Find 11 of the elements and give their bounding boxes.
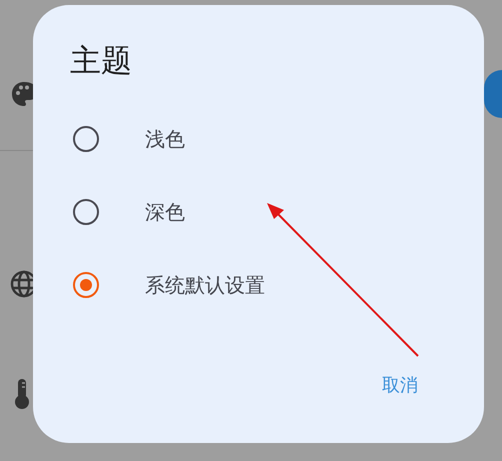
globe-icon <box>10 270 33 298</box>
toggle-thumb[interactable] <box>484 70 502 118</box>
option-label[interactable]: 深色 <box>145 198 185 226</box>
radio-button[interactable] <box>73 126 99 152</box>
option-label[interactable]: 浅色 <box>145 126 185 152</box>
radio-button[interactable] <box>73 199 99 225</box>
option-label[interactable]: 系统默认设置 <box>145 272 265 298</box>
dialog-title: 主题 <box>70 42 133 81</box>
radio-button[interactable] <box>73 272 99 298</box>
palette-icon <box>10 80 33 108</box>
thermometer-icon <box>12 378 32 410</box>
